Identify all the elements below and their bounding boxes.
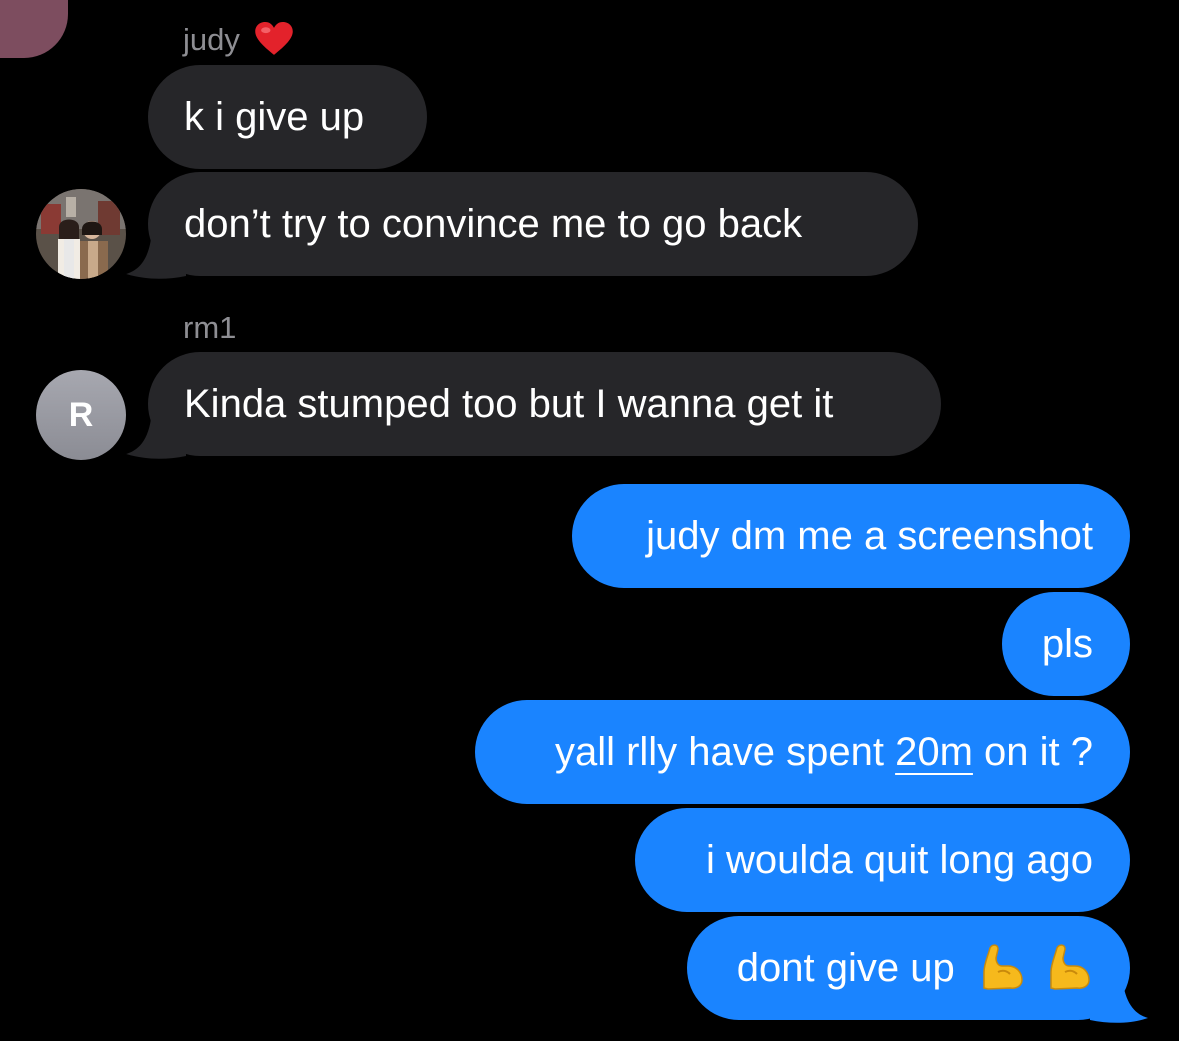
heart-icon: [254, 22, 293, 55]
avatar[interactable]: [36, 189, 126, 279]
message-bubble-outgoing[interactable]: pls: [1002, 592, 1130, 696]
message-bubble-incoming[interactable]: don’t try to convince me to go back: [148, 172, 918, 276]
message-text-after: on it ?: [972, 730, 1093, 774]
flexed-biceps-icon: [1050, 944, 1090, 991]
bubble-tail: [126, 230, 186, 279]
message-text: i woulda quit long ago: [706, 838, 1093, 882]
sender-name-judy: judy: [183, 22, 293, 56]
bubble-tail: [1090, 974, 1148, 1023]
message-bubble-incoming[interactable]: k i give up: [148, 65, 427, 169]
message-bubble-incoming[interactable]: Kinda stumped too but I wanna get it: [148, 352, 941, 456]
message-text: Kinda stumped too but I wanna get it: [184, 382, 834, 426]
avatar-initial: R: [68, 396, 94, 434]
message-bubble-outgoing[interactable]: i woulda quit long ago: [635, 808, 1130, 912]
flexed-biceps-icon: [983, 944, 1023, 991]
avatar[interactable]: R: [36, 370, 126, 460]
partial-reaction-bubble: [0, 0, 68, 58]
bubble-tail: [126, 410, 186, 459]
sender-name-rm1: rm1: [183, 310, 237, 345]
message-bubble-outgoing[interactable]: yall rlly have spent 20m on it ?: [475, 700, 1130, 804]
message-text: judy dm me a screenshot: [646, 514, 1093, 558]
message-text: k i give up: [184, 95, 365, 139]
message-bubble-outgoing[interactable]: judy dm me a screenshot: [572, 484, 1130, 588]
message-text: pls: [1041, 622, 1093, 666]
profile-photo-icon: [36, 189, 126, 279]
detected-duration-link[interactable]: 20m: [895, 730, 973, 774]
message-text: dont give up: [736, 946, 955, 990]
message-bubble-outgoing[interactable]: dont give up: [687, 916, 1130, 1020]
message-text-before: yall rlly have spent: [554, 730, 896, 774]
message-text: don’t try to convince me to go back: [184, 202, 803, 246]
